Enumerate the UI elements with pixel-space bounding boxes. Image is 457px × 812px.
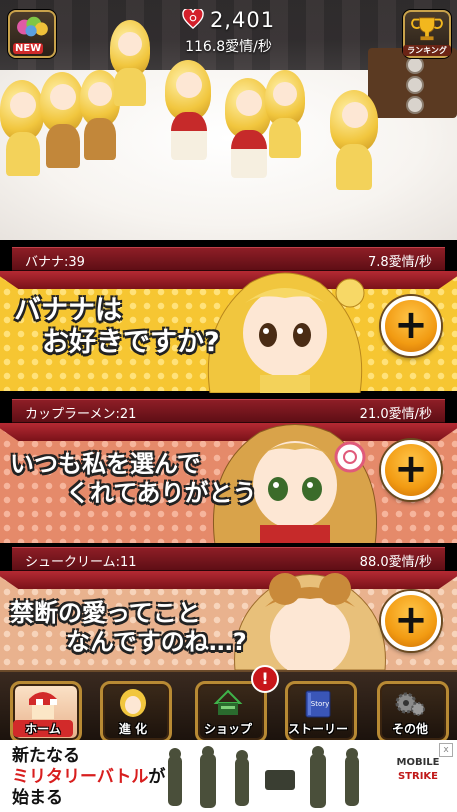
ad-logo: MOBILE STRIKE (396, 757, 440, 782)
ranking-button[interactable]: ランキング (403, 10, 451, 58)
item-name: シュークリーム:11 (25, 555, 137, 570)
item-row-banana: バナナ:39 7.8愛情/秒 バナナは お好きですか? + (0, 243, 457, 393)
trophy-icon (411, 17, 443, 41)
love-rate: 116.8愛情/秒 (185, 39, 272, 55)
love-total: 2,401 (209, 8, 276, 32)
cabinet (368, 48, 457, 118)
ranking-badge: ランキング (403, 45, 451, 56)
add-cup-ramen-button[interactable]: + (381, 440, 441, 500)
ad-close-icon[interactable]: x (439, 743, 453, 757)
new-badge: NEW (13, 43, 44, 54)
svg-text:Story: Story (311, 700, 330, 708)
item-slogan: バナナは お好きですか? (14, 295, 220, 359)
shop-cart-icon (213, 689, 243, 715)
soldiers-image (168, 746, 359, 808)
nav-evolve[interactable]: 進 化 (100, 681, 172, 743)
ad-line1: 新たなる (12, 746, 80, 766)
add-cream-puff-button[interactable]: + (381, 591, 441, 651)
shop-alert-badge: ! (251, 665, 279, 693)
nav-story[interactable]: Story ストーリー (285, 681, 357, 743)
plus-icon: + (394, 301, 428, 348)
cream-puff-girl-portrait (234, 573, 386, 670)
love-counter: 2,401 116.8愛情/秒 (0, 8, 457, 56)
ad-line2: ミリタリーバトルが (12, 767, 166, 787)
nav-story-label: ストーリー (288, 722, 349, 736)
nav-evolve-label: 進 化 (118, 722, 148, 736)
bottom-nav: ホーム 進 化 ショップ Story ストーリー その他 (0, 670, 457, 743)
nav-other-label: その他 (391, 722, 428, 736)
item-slogan: 禁断の愛ってこと なんですのね…? (10, 599, 247, 656)
nav-home-label: ホーム (13, 720, 73, 737)
item-name: バナナ:39 (25, 255, 85, 270)
item-row-cup-ramen: カップラーメン:21 21.0愛情/秒 いつも私を選んで くれてありがとう + (0, 395, 457, 545)
item-slogan: いつも私を選んで くれてありがとう (10, 450, 257, 507)
nav-other[interactable]: その他 (377, 681, 449, 743)
story-book-icon: Story (305, 690, 331, 718)
plus-icon: + (394, 445, 428, 492)
nav-shop-label: ショップ (203, 722, 252, 736)
nav-home[interactable]: ホーム (10, 681, 82, 743)
ad-banner[interactable]: 新たなる ミリタリーバトルが 始まる MOBILE STRIKE x (0, 740, 457, 812)
item-name: カップラーメン:21 (25, 407, 137, 422)
heart-icon (182, 9, 204, 29)
plus-icon: + (394, 596, 428, 643)
new-button[interactable]: NEW (8, 10, 56, 58)
brain-icon (17, 16, 48, 37)
ad-line3: 始まる (12, 788, 63, 808)
add-banana-button[interactable]: + (381, 296, 441, 356)
gears-icon (395, 692, 425, 716)
evolve-girl-icon (120, 689, 146, 717)
stage-scene: 2,401 116.8愛情/秒 NEW ランキング (0, 0, 457, 240)
shop-awning-icon (29, 692, 57, 719)
